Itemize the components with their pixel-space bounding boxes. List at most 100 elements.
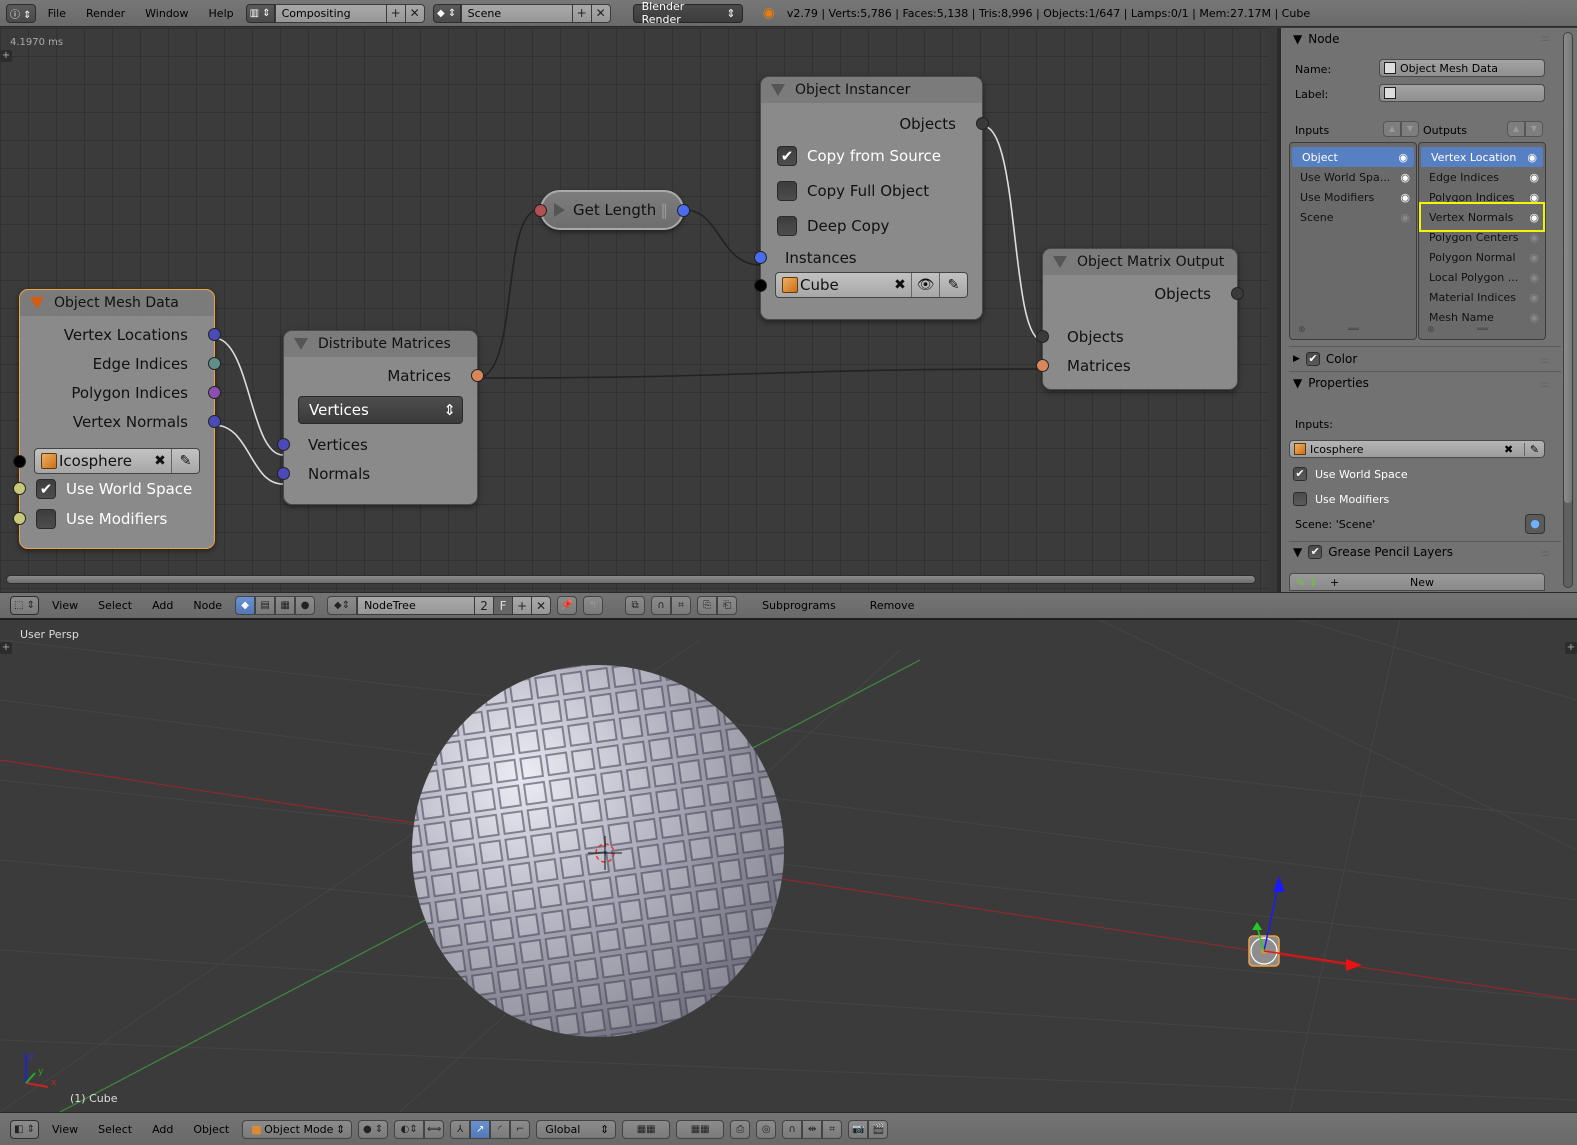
screen-layout-field[interactable]: Compositing bbox=[274, 3, 387, 23]
polygon-indices-socket[interactable] bbox=[208, 386, 221, 399]
parent-tree-icon[interactable]: ↰ bbox=[583, 596, 604, 615]
list-item[interactable]: Material Indices ◉ bbox=[1419, 287, 1545, 307]
vector-socket[interactable] bbox=[208, 415, 221, 428]
list-item[interactable]: Object ◉ bbox=[1292, 147, 1414, 167]
region-expand-icon[interactable]: + bbox=[0, 642, 12, 654]
layers-grid-2[interactable]: ▦▦ bbox=[676, 1119, 725, 1139]
eye-icon[interactable]: ◉ bbox=[1400, 171, 1410, 184]
node-header[interactable]: Object Instancer bbox=[761, 77, 982, 103]
list-item[interactable]: Polygon Normal ◉ bbox=[1419, 247, 1545, 267]
add-item-icon[interactable]: ⊕ bbox=[1298, 325, 1306, 335]
grease-pencil-checkbox[interactable]: ✔ bbox=[1308, 545, 1323, 559]
use-modifiers-row[interactable]: Use Modifiers bbox=[1293, 492, 1389, 506]
clear-icon[interactable]: ✖ bbox=[1504, 443, 1520, 456]
texture-tree-icon[interactable]: ▦ bbox=[275, 596, 296, 615]
node-object-instancer[interactable]: Object Instancer Objects ✔ Copy from Sou… bbox=[754, 76, 989, 320]
list-item[interactable]: Edge Indices ◉ bbox=[1419, 167, 1545, 187]
object-list-socket[interactable] bbox=[976, 117, 989, 130]
collapse-triangle-icon[interactable] bbox=[771, 84, 785, 96]
list-item[interactable]: Vertex Location ◉ bbox=[1421, 147, 1543, 167]
copy-from-source-row[interactable]: ✔ Copy from Source bbox=[761, 138, 982, 173]
node-label-field[interactable] bbox=[1379, 84, 1545, 102]
use-world-space-row[interactable]: ✔ Use World Space bbox=[13, 474, 214, 504]
inputs-move-buttons[interactable]: ▲ ▼ bbox=[1383, 121, 1419, 137]
expand-triangle-icon[interactable] bbox=[554, 203, 565, 217]
scale-icon[interactable]: ⌐ bbox=[510, 1119, 531, 1139]
shader-tree-icon[interactable]: ● bbox=[295, 596, 316, 615]
node-tree-browse-icon[interactable]: ◆⇕ bbox=[327, 596, 358, 615]
region-expand-icon[interactable]: + bbox=[1565, 642, 1577, 654]
object-field[interactable]: Icosphere ✖ ✎ bbox=[34, 448, 200, 474]
menu-object[interactable]: Object bbox=[186, 1123, 236, 1136]
node-get-length[interactable]: Get Length ‖ bbox=[534, 190, 690, 230]
shading-solid-icon[interactable]: ● ⇕ bbox=[358, 1119, 389, 1139]
list-item[interactable]: Mesh Name ◉ bbox=[1419, 307, 1545, 327]
panel-grease-pencil-header[interactable]: ▼ ✔ Grease Pencil Layers bbox=[1293, 545, 1453, 559]
node-tree-selector[interactable]: ◆⇕ NodeTree 2 F + ✕ bbox=[327, 596, 552, 615]
compositing-tree-icon[interactable]: ▤ bbox=[255, 596, 276, 615]
menu-select[interactable]: Select bbox=[91, 599, 139, 612]
panel-grip-icon[interactable]: :::: bbox=[1541, 34, 1550, 44]
node-header[interactable]: Object Mesh Data bbox=[20, 290, 214, 316]
object-socket[interactable] bbox=[13, 455, 26, 468]
snap-magnet-icon[interactable]: ∩ bbox=[782, 1119, 803, 1139]
node-name-field[interactable]: Object Mesh Data bbox=[1379, 59, 1545, 77]
menu-window[interactable]: Window bbox=[137, 7, 196, 20]
paste-nodes-icon[interactable]: ⎗ bbox=[717, 596, 738, 615]
use-modifiers-row[interactable]: Use Modifiers bbox=[13, 504, 214, 534]
instance-object-field[interactable]: Cube ✖ 👁 ✎ bbox=[775, 272, 968, 298]
color-checkbox[interactable]: ✔ bbox=[1305, 352, 1320, 366]
deep-copy-checkbox[interactable] bbox=[777, 215, 797, 236]
scene-selector[interactable]: ◆ ⇕ Scene + ✕ bbox=[432, 3, 611, 23]
list-item[interactable]: Use World Spa... ◉ bbox=[1290, 167, 1416, 187]
render-engine-dropdown[interactable]: Blender Render ⇕ bbox=[632, 0, 743, 26]
move-up-icon[interactable]: ▲ bbox=[1383, 121, 1401, 137]
translate-icon[interactable]: ↗ bbox=[470, 1119, 491, 1139]
eye-icon[interactable]: ◉ bbox=[1527, 151, 1537, 164]
node-tree-name[interactable]: NodeTree bbox=[357, 596, 476, 615]
add-item-icon[interactable]: ⊕ bbox=[1427, 325, 1435, 335]
eye-closed-icon[interactable]: ◉ bbox=[1529, 231, 1539, 244]
collapse-triangle-icon[interactable] bbox=[1053, 256, 1067, 268]
list-item[interactable]: Local Polygon ... ◉ bbox=[1419, 267, 1545, 287]
clear-icon[interactable]: ✖ bbox=[889, 277, 911, 293]
node-header[interactable]: Distribute Matrices bbox=[284, 331, 477, 357]
snap-element-icon[interactable]: ⇹ bbox=[802, 1119, 823, 1139]
menu-file[interactable]: File bbox=[40, 7, 74, 20]
eyedropper-icon[interactable]: ✎ bbox=[939, 273, 967, 297]
rotate-icon[interactable]: ◜ bbox=[490, 1119, 511, 1139]
node-editor[interactable]: 4.1970 ms + Object Mesh Data Vertex Loca… bbox=[0, 28, 1268, 592]
user-count[interactable]: 2 bbox=[475, 596, 495, 615]
editor-type-3d-icon[interactable]: ◧ ⇕ bbox=[10, 1119, 40, 1139]
eye-closed-icon[interactable]: ◉ bbox=[1529, 271, 1539, 284]
layers-grid-1[interactable]: ▦▦ bbox=[622, 1119, 671, 1139]
backdrop-icon[interactable]: ⧉ bbox=[625, 596, 646, 615]
add-screen-icon[interactable]: + bbox=[386, 3, 406, 23]
vector-socket[interactable] bbox=[208, 328, 221, 341]
node-header[interactable]: Object Matrix Output bbox=[1043, 249, 1237, 275]
lock-layers-icon[interactable]: ⎙ bbox=[730, 1119, 751, 1139]
object-list-socket[interactable] bbox=[1231, 287, 1244, 300]
integer-socket[interactable] bbox=[677, 204, 690, 217]
object-socket[interactable] bbox=[754, 279, 767, 292]
node-object-matrix-output[interactable]: Object Matrix Output Objects Objects Mat… bbox=[1036, 248, 1244, 390]
editor-type-node-icon[interactable]: ⬚ ⇕ bbox=[10, 596, 40, 615]
add-tree-icon[interactable]: + bbox=[513, 596, 533, 615]
list-item[interactable]: Use Modifiers ◉ bbox=[1290, 187, 1416, 207]
boolean-socket[interactable] bbox=[13, 482, 26, 495]
move-down-icon[interactable]: ▼ bbox=[1401, 121, 1419, 137]
outputs-move-buttons[interactable]: ▲ ▼ bbox=[1507, 121, 1543, 137]
eye-icon[interactable]: ◉ bbox=[1400, 191, 1410, 204]
editor-type-info-icon[interactable]: ⓘ ⇕ bbox=[6, 3, 36, 23]
world-globe-icon[interactable]: ● bbox=[1525, 514, 1545, 534]
fake-user-toggle[interactable]: F bbox=[494, 596, 514, 615]
opengl-animation-icon[interactable]: 🎬 bbox=[868, 1119, 889, 1139]
copy-nodes-icon[interactable]: ⎘ bbox=[697, 596, 718, 615]
add-scene-icon[interactable]: + bbox=[572, 3, 592, 23]
panel-node-header[interactable]: ▼ Node bbox=[1293, 32, 1340, 46]
animation-nodes-tree-icon[interactable]: ◆ bbox=[235, 596, 256, 615]
menu-view[interactable]: View bbox=[45, 599, 85, 612]
remove-screen-icon[interactable]: ✕ bbox=[405, 3, 425, 23]
collapse-triangle-icon[interactable] bbox=[294, 338, 308, 350]
manipulator-toggle-icon[interactable]: ⅄ bbox=[450, 1119, 471, 1139]
